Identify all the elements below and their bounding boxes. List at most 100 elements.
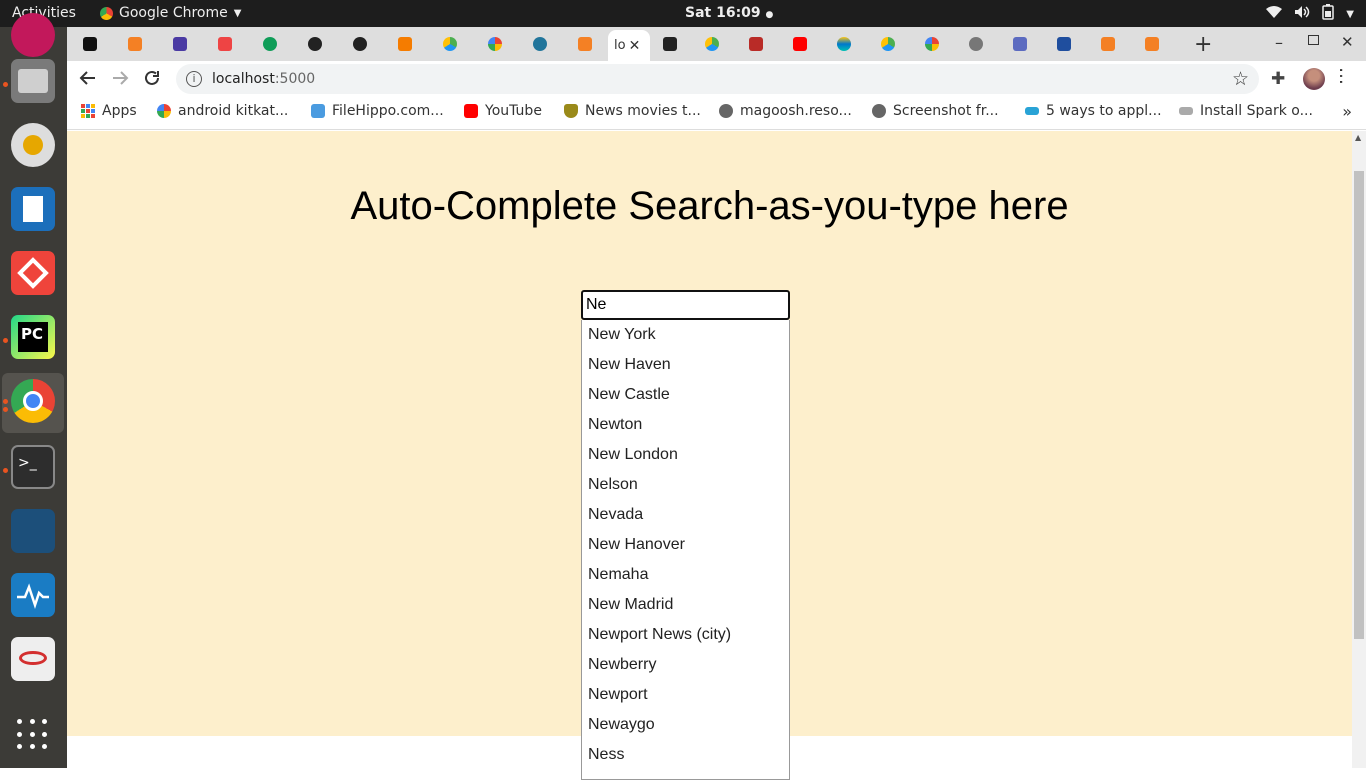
bookmark-item[interactable]: magoosh.reso... xyxy=(719,103,852,119)
wifi-icon[interactable] xyxy=(1266,5,1283,23)
close-icon[interactable]: ✕ xyxy=(629,38,641,54)
anydesk-icon[interactable] xyxy=(11,251,55,295)
pycharm-icon[interactable]: PC xyxy=(11,315,55,359)
menu-icon[interactable]: … xyxy=(1335,67,1356,85)
browser-tab[interactable] xyxy=(347,32,385,56)
battery-icon[interactable] xyxy=(1322,4,1335,24)
extensions-icon[interactable]: ✚ xyxy=(1271,69,1285,89)
browser-tab[interactable] xyxy=(122,32,160,56)
browser-tab[interactable] xyxy=(831,32,869,56)
suggestion-item[interactable]: Ness xyxy=(582,740,789,770)
browser-tab[interactable] xyxy=(657,32,695,56)
forward-button[interactable] xyxy=(111,69,129,87)
suggestion-item[interactable]: Nevada xyxy=(582,500,789,530)
dock-partial-icon[interactable] xyxy=(11,13,55,57)
maximize-button[interactable] xyxy=(1308,35,1319,45)
browser-tab[interactable] xyxy=(212,32,250,56)
browser-tab[interactable] xyxy=(1007,32,1045,56)
suggestion-item[interactable]: Nelson xyxy=(582,470,789,500)
tab-favicon-icon xyxy=(837,37,851,51)
google-icon xyxy=(925,37,939,51)
suggestion-item[interactable]: New Madrid xyxy=(582,590,789,620)
scroll-up-icon[interactable]: ▲ xyxy=(1355,133,1361,142)
terminal-icon[interactable]: >_ xyxy=(11,445,55,489)
system-monitor-icon[interactable] xyxy=(11,573,55,617)
app-menu[interactable]: Google Chrome ▼ xyxy=(100,5,241,21)
reload-button[interactable] xyxy=(143,69,161,87)
scrollbar-thumb[interactable] xyxy=(1354,171,1364,639)
browser-tab[interactable] xyxy=(875,32,913,56)
bookmark-item[interactable]: YouTube xyxy=(464,103,542,119)
browser-tab[interactable] xyxy=(572,32,610,56)
browser-tab[interactable] xyxy=(302,32,340,56)
bookmark-item[interactable]: News movies t... xyxy=(564,103,701,119)
youtube-icon xyxy=(464,104,478,118)
suggestion-item[interactable]: New Hanover xyxy=(582,530,789,560)
chevron-down-icon[interactable]: ▼ xyxy=(1346,9,1354,20)
system-top-bar: Activities Google Chrome ▼ Sat 16:09 ● ▼ xyxy=(0,0,1366,27)
bookmark-item[interactable]: Screenshot fr... xyxy=(872,103,999,119)
browser-tab-active[interactable]: lo ✕ xyxy=(608,30,650,61)
suggestion-item[interactable]: New York xyxy=(582,320,789,350)
suggestion-item[interactable]: New London xyxy=(582,440,789,470)
bookmark-item[interactable]: 5 ways to appl... xyxy=(1025,103,1162,119)
writer-icon[interactable] xyxy=(11,187,55,231)
clock[interactable]: Sat 16:09 ● xyxy=(685,5,773,21)
minimize-button[interactable]: – xyxy=(1275,33,1283,52)
bookmark-item[interactable]: Install Spark o... xyxy=(1179,103,1313,119)
address-bar[interactable]: i localhost:5000 ☆ xyxy=(176,64,1259,94)
back-button[interactable] xyxy=(79,69,97,87)
suggestion-item[interactable]: Newton xyxy=(582,410,789,440)
info-icon[interactable]: i xyxy=(186,71,202,87)
more-bookmarks-icon[interactable]: » xyxy=(1342,102,1352,121)
browser-tab[interactable] xyxy=(437,32,475,56)
close-window-button[interactable]: ✕ xyxy=(1341,33,1354,51)
browser-tab[interactable] xyxy=(919,32,957,56)
star-icon[interactable]: ☆ xyxy=(1232,68,1249,90)
autocomplete-dropdown: New York New Haven New Castle Newton New Lon… xyxy=(581,320,790,780)
browser-tab[interactable] xyxy=(77,32,115,56)
browser-tab[interactable] xyxy=(699,32,737,56)
browser-tab[interactable] xyxy=(743,32,781,56)
browser-tab[interactable] xyxy=(167,32,205,56)
bookmark-apps[interactable]: Apps xyxy=(81,103,137,119)
mysql-workbench-icon[interactable] xyxy=(11,509,55,553)
search-input[interactable] xyxy=(581,290,790,320)
document-viewer-icon[interactable] xyxy=(11,637,55,681)
tab-favicon-icon xyxy=(1013,37,1027,51)
browser-tab[interactable] xyxy=(257,32,295,56)
running-indicator-icon xyxy=(3,338,8,343)
suggestion-item[interactable]: Newport News (city) xyxy=(582,620,789,650)
browser-tab[interactable] xyxy=(787,32,825,56)
chrome-icon[interactable] xyxy=(11,379,55,423)
running-indicator-icon xyxy=(3,82,8,87)
show-applications-icon[interactable] xyxy=(17,719,49,751)
browser-tab[interactable] xyxy=(1051,32,1089,56)
suggestion-item[interactable]: Nemaha xyxy=(582,560,789,590)
bookmark-label: magoosh.reso... xyxy=(740,103,852,119)
files-icon[interactable] xyxy=(11,59,55,103)
new-tab-button[interactable]: + xyxy=(1194,32,1212,57)
scrollbar[interactable]: ▲ xyxy=(1352,131,1366,768)
suggestion-item[interactable]: Newberry xyxy=(582,650,789,680)
bookmark-item[interactable]: FileHippo.com... xyxy=(311,103,444,119)
bookmark-item[interactable]: android kitkat... xyxy=(157,103,288,119)
browser-tab[interactable] xyxy=(482,32,520,56)
browser-tab[interactable] xyxy=(963,32,1001,56)
chrome-icon xyxy=(100,6,113,20)
system-tray[interactable]: ▼ xyxy=(1266,4,1354,24)
suggestion-item[interactable]: New Haven xyxy=(582,350,789,380)
suggestion-item[interactable]: Newaygo xyxy=(582,710,789,740)
bookmark-label: FileHippo.com... xyxy=(332,103,444,119)
avatar[interactable] xyxy=(1303,68,1325,90)
suggestion-item[interactable]: New Castle xyxy=(582,380,789,410)
suggestion-item[interactable]: Newport xyxy=(582,680,789,710)
browser-tab[interactable] xyxy=(1095,32,1133,56)
stackoverflow-icon xyxy=(1145,37,1159,51)
rhythmbox-icon[interactable] xyxy=(11,123,55,167)
bookmark-label: Install Spark o... xyxy=(1200,103,1313,119)
volume-icon[interactable] xyxy=(1294,5,1310,23)
browser-tab[interactable] xyxy=(527,32,565,56)
browser-tab[interactable] xyxy=(1139,32,1177,56)
browser-tab[interactable] xyxy=(392,32,430,56)
